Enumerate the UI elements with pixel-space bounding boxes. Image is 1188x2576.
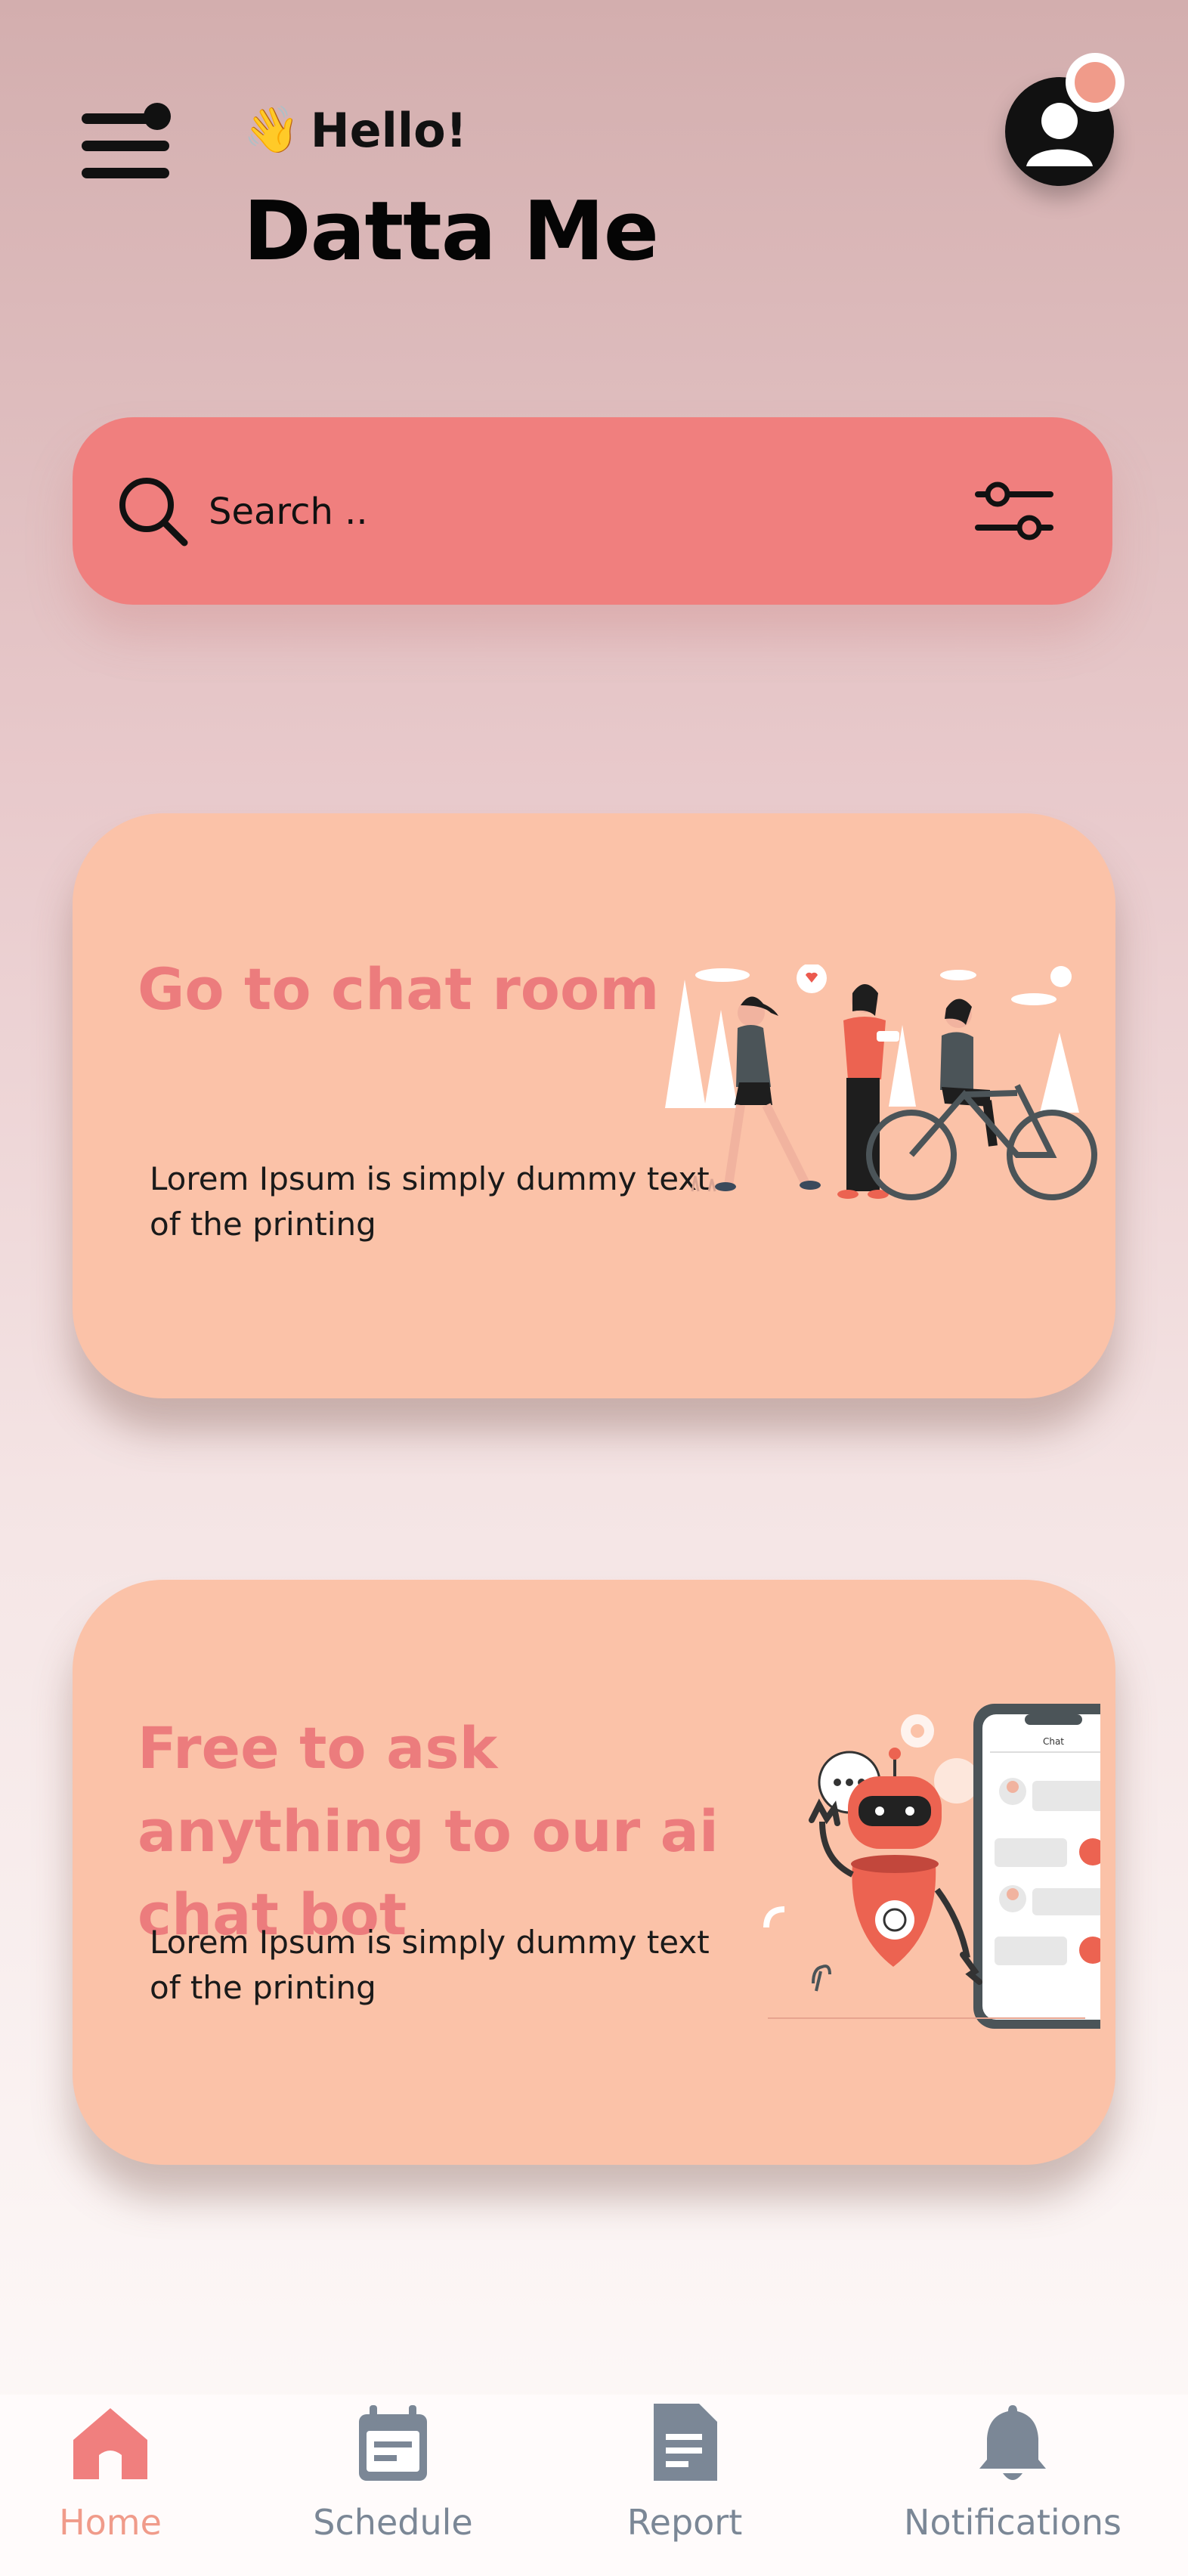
nav-notifications[interactable]: Notifications <box>899 2395 1126 2576</box>
document-icon <box>654 2404 717 2481</box>
nav-schedule[interactable]: Schedule <box>302 2395 484 2576</box>
nav-home[interactable]: Home <box>50 2395 171 2576</box>
search-bar <box>73 417 1112 605</box>
phone-header-text: Chat <box>1043 1736 1064 1747</box>
user-name: Datta Me <box>243 184 659 279</box>
nav-home-label: Home <box>59 2502 162 2543</box>
calendar-icon <box>359 2405 427 2481</box>
search-icon <box>119 478 188 546</box>
nav-notifications-label: Notifications <box>904 2502 1121 2543</box>
bottom-navigation: Home Schedule Report Notifications <box>0 2395 1188 2576</box>
ai-chatbot-card[interactable]: Free to ask anything to our ai chat bot … <box>73 1580 1115 2165</box>
card-title: Free to ask anything to our ai chat bot <box>138 1714 719 1948</box>
menu-icon[interactable] <box>79 103 175 192</box>
friends-illustration <box>665 964 1097 1200</box>
waving-hand-icon: 👋 <box>243 104 300 156</box>
nav-schedule-label: Schedule <box>313 2502 473 2543</box>
nav-report[interactable]: Report <box>609 2395 760 2576</box>
greeting: 👋 Hello! <box>243 100 467 160</box>
greeting-text: Hello! <box>310 102 468 158</box>
chat-room-card[interactable]: Go to chat room Lorem Ipsum is simply du… <box>73 813 1115 1398</box>
header: 👋 Hello! Datta Me <box>0 0 1188 348</box>
home-icon <box>73 2408 147 2479</box>
robot-chat-illustration: Chat <box>763 1704 1100 2029</box>
card-description: Lorem Ipsum is simply dummy text of the … <box>150 1160 710 1243</box>
card-description: Lorem Ipsum is simply dummy text of the … <box>150 1924 710 2006</box>
notification-dot <box>1066 53 1125 112</box>
filter-icon[interactable] <box>975 472 1053 550</box>
bell-icon <box>979 2405 1046 2480</box>
nav-report-label: Report <box>626 2502 743 2543</box>
search-input[interactable] <box>209 478 964 546</box>
